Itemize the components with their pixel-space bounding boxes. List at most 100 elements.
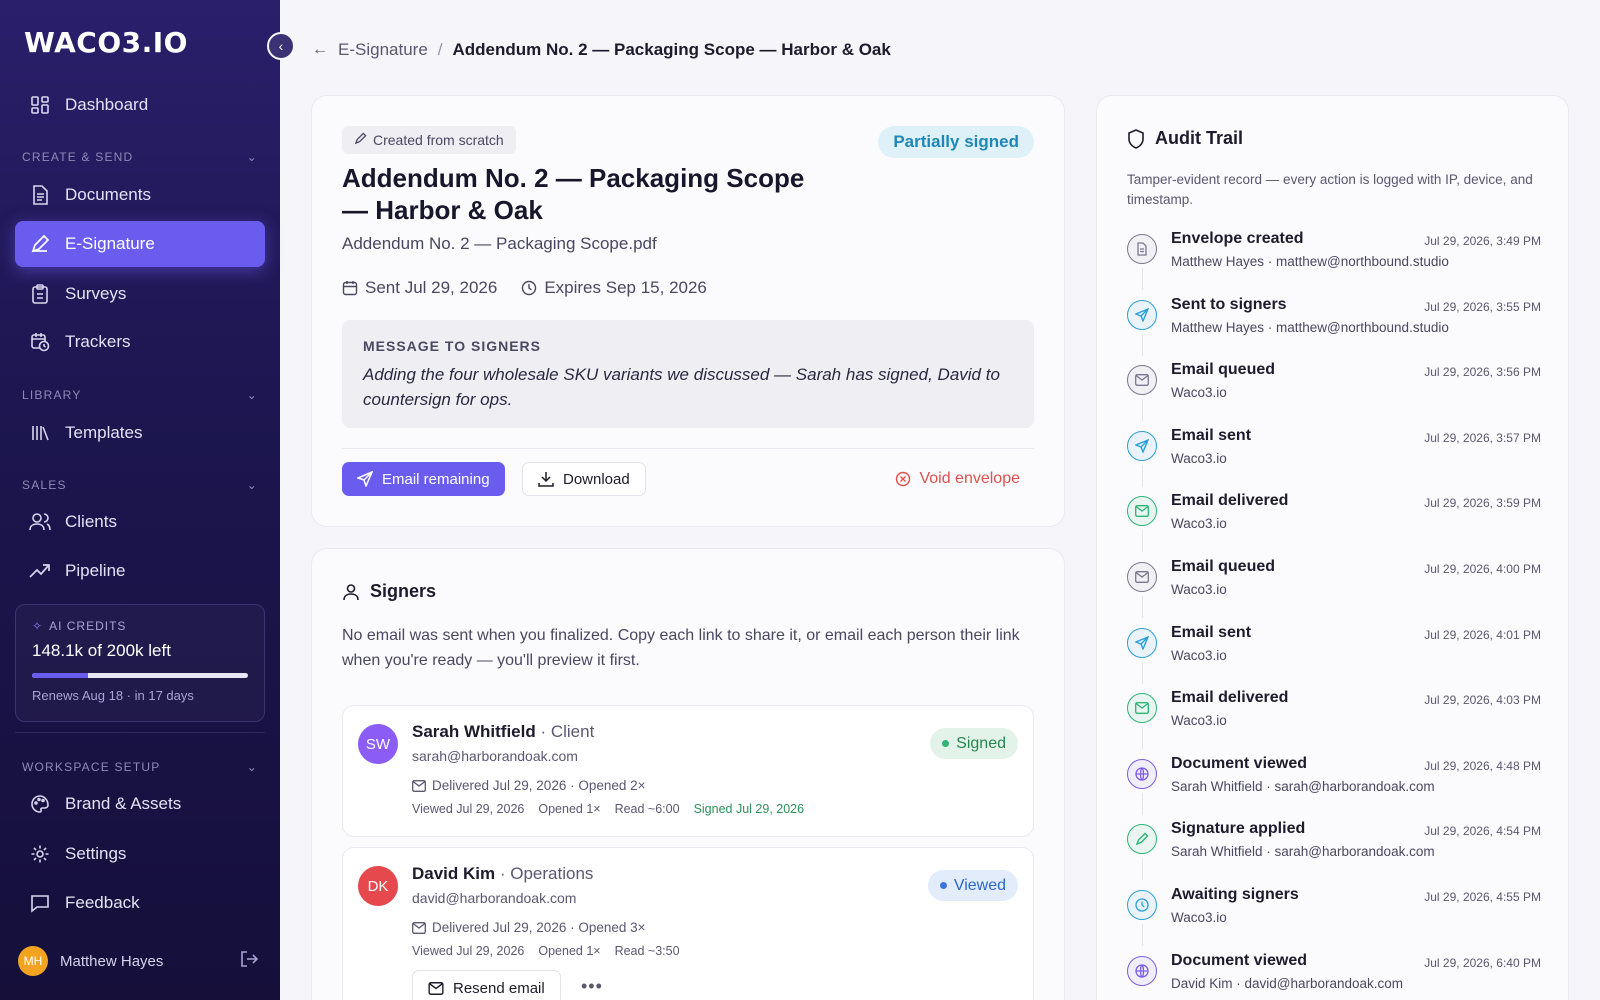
sidebar-item-label: Clients [65,512,117,531]
signer-name: David Kim · Operations [412,864,594,883]
resend-email-button[interactable]: Resend email [412,970,561,1000]
sidebar-item-pipeline[interactable]: Pipeline [15,548,265,594]
sidebar-item-trackers[interactable]: Trackers [15,319,265,365]
download-button[interactable]: Download [522,462,646,496]
credits-progress-fill [32,673,89,678]
void-envelope-button[interactable]: Void envelope [895,462,1020,496]
signers-heading: Signers [342,581,436,602]
audit-event-timestamp: Jul 29, 2026, 3:56 PM [1424,365,1541,380]
avatar: SW [358,724,398,764]
audit-item: Email sent Waco3.io Jul 29, 2026, 4:01 P… [1127,623,1541,684]
trending-up-icon [29,560,51,582]
audit-event-title: Email delivered [1171,689,1289,707]
clock-icon [1127,890,1157,920]
sidebar-item-esignature[interactable]: E-Signature [15,221,265,267]
audit-description: Tamper-evident record — every action is … [1127,172,1533,207]
breadcrumb-parent[interactable]: E-Signature [338,40,428,60]
document-icon [29,184,51,206]
audit-event-timestamp: Jul 29, 2026, 3:57 PM [1424,430,1541,445]
sidebar-item-feedback[interactable]: Feedback [15,880,265,926]
chevron-down-icon: ⌄ [246,760,258,774]
audit-event-title: Email queued [1171,558,1276,575]
message-label: MESSAGE TO SIGNERS [363,338,541,354]
section-workspace-setup[interactable]: WORKSPACE SETUP ⌄ [22,760,258,774]
audit-event-timestamp: Jul 29, 2026, 4:01 PM [1424,627,1541,642]
sidebar-item-clients[interactable]: Clients [15,499,265,545]
timeline-connector [1142,727,1143,750]
audit-event-actor: Waco3.io [1171,385,1227,401]
signer-stats: Viewed Jul 29, 2026 Opened 1× Read ~6:00… [412,802,805,816]
audit-event-actor: Matthew Hayes · matthew@northbound.studi… [1171,319,1449,335]
send-icon [1127,627,1157,658]
sidebar-item-label: Trackers [65,332,131,351]
sidebar-item-label: Pipeline [65,561,126,580]
mail-icon [412,921,426,934]
created-from-scratch-chip: Created from scratch [342,126,516,154]
audit-item: Email queued Waco3.io Jul 29, 2026, 3:56… [1127,361,1541,422]
timeline-connector [1142,858,1143,881]
signers-description: No email was sent when you finalized. Co… [342,627,1020,669]
sidebar-item-dashboard[interactable]: Dashboard [15,82,265,128]
section-create-send[interactable]: CREATE & SEND ⌄ [22,150,258,164]
timeline-connector [1142,792,1143,815]
library-icon [29,422,51,444]
more-options-icon[interactable]: ••• [581,976,603,997]
audit-trail-card: Audit Trail Tamper-evident record — ever… [1096,95,1569,1000]
timeline-connector [1142,661,1143,684]
status-badge: Partially signed [878,126,1034,158]
mail-icon [428,981,444,995]
arrow-left-icon[interactable]: ← [312,41,328,59]
divider [342,448,1034,449]
credits-progress [32,673,248,678]
audit-item: Sent to signers Matthew Hayes · matthew@… [1127,296,1541,356]
user-profile[interactable]: MH Matthew Hayes [18,946,259,976]
audit-event-timestamp: Jul 29, 2026, 6:40 PM [1424,955,1541,970]
avatar: MH [18,946,48,976]
sidebar-item-documents[interactable]: Documents [15,172,265,218]
sidebar-item-label: Settings [65,844,127,863]
logout-icon[interactable] [240,950,259,973]
document-dates: Sent Jul 29, 2026 Expires Sep 15, 2026 [342,278,707,298]
mail-icon [1127,693,1157,724]
audit-event-actor: Waco3.io [1171,582,1227,597]
audit-event-title: Document viewed [1171,754,1308,772]
expires-date: Expires Sep 15, 2026 [521,278,707,298]
section-sales[interactable]: SALES ⌄ [22,478,258,492]
audit-item: Email delivered Waco3.io Jul 29, 2026, 4… [1127,689,1541,750]
audit-event-timestamp: Jul 29, 2026, 4:48 PM [1424,758,1541,773]
breadcrumb-current: Addendum No. 2 — Packaging Scope — Harbo… [452,40,891,59]
audit-item: Email delivered Waco3.io Jul 29, 2026, 3… [1127,492,1541,553]
app-logo[interactable]: WACO3.IO [24,26,188,59]
sidebar-item-settings[interactable]: Settings [15,831,265,877]
message-to-signers: MESSAGE TO SIGNERS Adding the four whole… [342,320,1034,428]
timeline-connector [1142,924,1143,946]
user-name: Matthew Hayes [60,952,164,970]
document-card: Created from scratch Partially signed Ad… [311,95,1065,527]
audit-event-title: Email sent [1171,623,1252,641]
audit-event-title: Envelope created [1171,230,1304,247]
sidebar-item-brand-assets[interactable]: Brand & Assets [15,781,265,827]
clock-icon [522,280,537,296]
message-square-icon [29,892,51,914]
audit-item: Awaiting signers Waco3.io Jul 29, 2026, … [1127,886,1541,946]
signer-name: Sarah Whitfield · Client [412,722,595,741]
chevron-down-icon: ⌄ [246,150,258,164]
section-library[interactable]: LIBRARY ⌄ [22,388,258,402]
audit-event-actor: Waco3.io [1171,516,1227,532]
collapse-sidebar-button[interactable]: ‹ [267,32,295,60]
timeline-connector [1142,596,1143,618]
sidebar-item-label: Brand & Assets [65,794,182,813]
audit-event-title: Awaiting signers [1171,886,1299,903]
ai-credits-card: ✧ AI CREDITS 148.1k of 200k left Renews A… [15,604,265,722]
audit-event-title: Document viewed [1171,951,1308,969]
credits-value: 148.1k of 200k left [32,641,171,660]
email-remaining-button[interactable]: Email remaining [342,462,505,496]
sidebar-item-label: E-Signature [65,234,155,253]
sidebar-item-surveys[interactable]: Surveys [15,271,265,317]
audit-item: Document viewed Sarah Whitfield · sarah@… [1127,754,1541,815]
pen-icon [1127,824,1157,855]
audit-event-actor: Waco3.io [1171,910,1227,925]
sidebar-item-templates[interactable]: Templates [15,410,265,456]
timeline-connector [1142,464,1143,487]
audit-event-actor: Sarah Whitfield · sarah@harborandoak.com [1171,844,1435,860]
